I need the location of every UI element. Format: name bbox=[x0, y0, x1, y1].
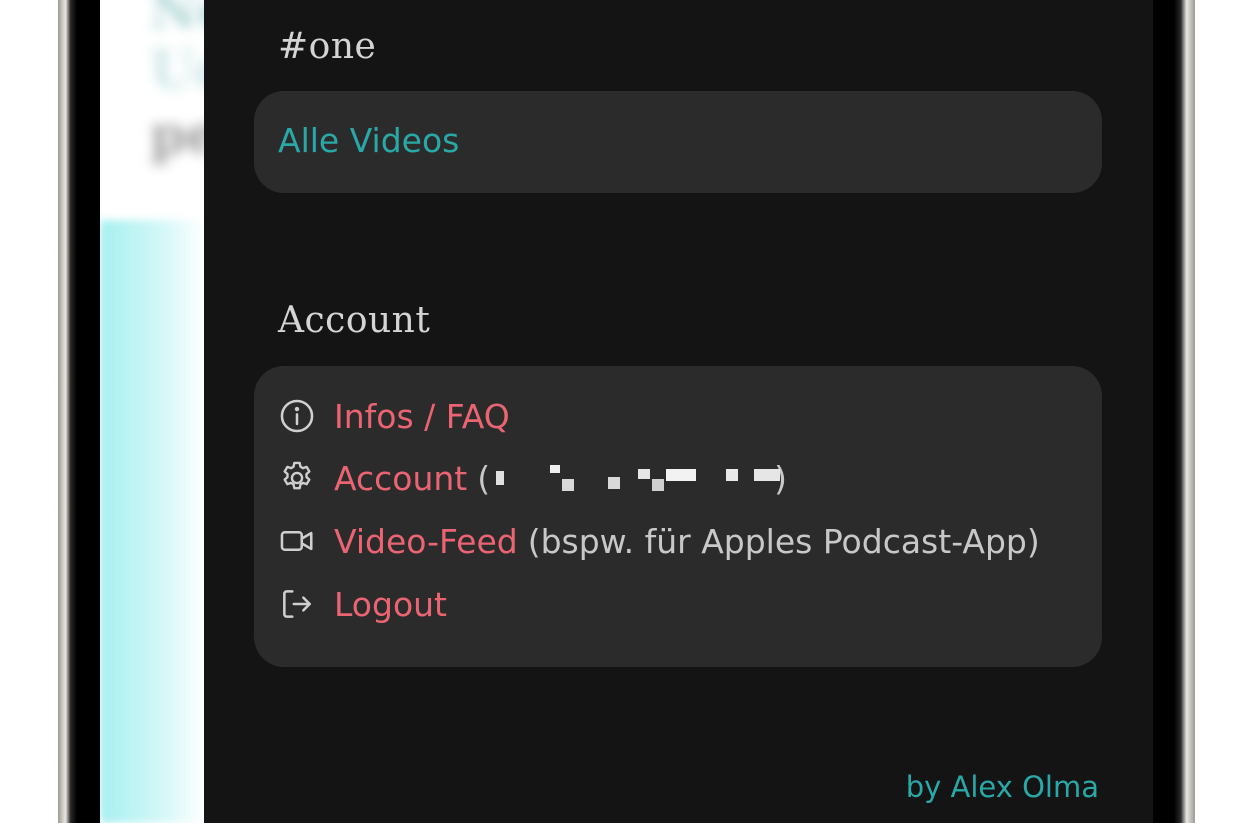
background-teal-block bbox=[100, 220, 204, 823]
section-one-card: Alle Videos bbox=[254, 91, 1102, 193]
video-feed-link[interactable]: Video-Feed bbox=[334, 522, 518, 561]
phone-frame-right bbox=[1153, 0, 1195, 823]
logout-link[interactable]: Logout bbox=[334, 585, 447, 624]
background-text: pe bbox=[150, 105, 204, 166]
author-credit-link[interactable]: by Alex Olma bbox=[906, 770, 1099, 804]
logout-icon bbox=[278, 585, 316, 623]
background-text: Ud bbox=[150, 40, 204, 101]
background-page: Ne Ud pe bbox=[100, 0, 204, 823]
account-link[interactable]: Account bbox=[334, 459, 467, 498]
menu-item-infos-faq[interactable]: Infos / FAQ bbox=[278, 391, 510, 441]
info-circle-icon bbox=[278, 397, 316, 435]
section-title-account: Account bbox=[278, 300, 431, 341]
all-videos-link[interactable]: Alle Videos bbox=[278, 121, 459, 160]
video-camera-icon bbox=[278, 522, 316, 560]
infos-faq-link[interactable]: Infos / FAQ bbox=[334, 397, 510, 436]
menu-item-account[interactable]: Account ( ) bbox=[278, 453, 787, 503]
phone-frame-left bbox=[58, 0, 100, 823]
menu-item-video-feed[interactable]: Video-Feed (bspw. für Apples Podcast-App… bbox=[278, 516, 1040, 566]
account-email-open-paren: ( bbox=[477, 458, 491, 498]
navigation-drawer: #one Alle Videos Account Infos / FAQ Acc… bbox=[204, 0, 1153, 823]
section-title-one: #one bbox=[278, 26, 377, 67]
gear-icon bbox=[278, 459, 316, 497]
video-feed-note: (bspw. für Apples Podcast-App) bbox=[527, 521, 1040, 561]
screen: Ne Ud pe #one Alle Videos Account Infos … bbox=[0, 0, 1252, 823]
redacted-email bbox=[492, 463, 781, 493]
menu-item-logout[interactable]: Logout bbox=[278, 579, 447, 629]
account-card: Infos / FAQ Account () Video-Feed (bspw… bbox=[254, 366, 1102, 667]
background-text: Ne bbox=[150, 0, 204, 41]
